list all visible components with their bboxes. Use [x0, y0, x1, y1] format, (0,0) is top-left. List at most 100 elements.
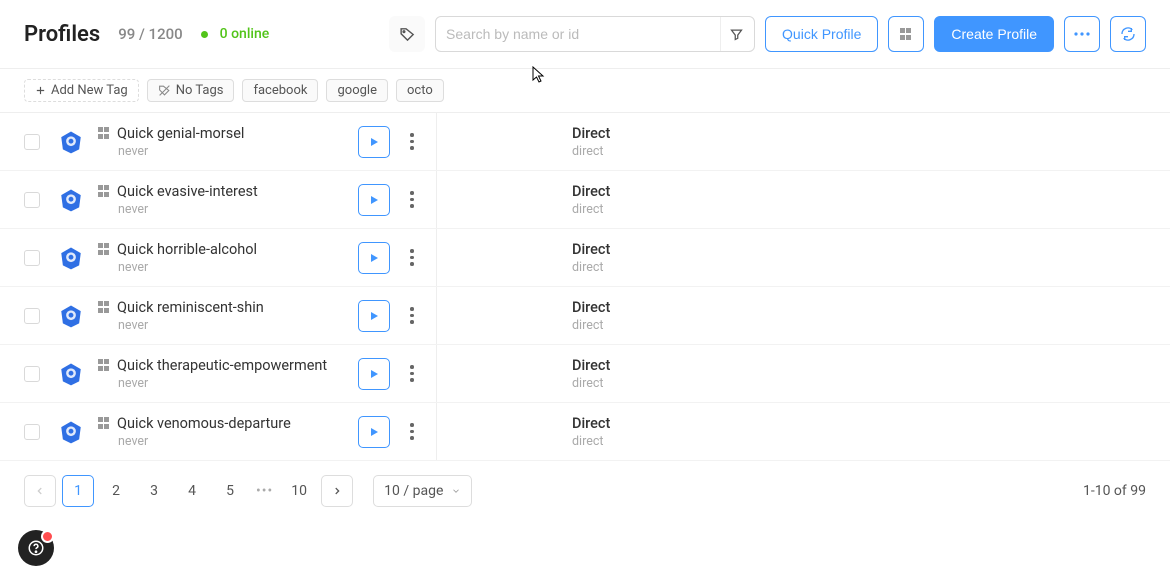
search-input[interactable] [446, 26, 720, 42]
row-checkbox[interactable] [24, 424, 40, 440]
page-button[interactable]: 1 [62, 475, 94, 507]
windows-profile-button[interactable] [888, 16, 924, 52]
table-row: Quick reminiscent-shin never Direct dire… [0, 287, 1170, 345]
profiles-table: Quick genial-morsel never Direct direct … [0, 112, 1170, 461]
filter-icon[interactable] [720, 17, 744, 51]
prev-page-button[interactable] [24, 475, 56, 507]
connection-sub: direct [572, 202, 610, 217]
profile-name[interactable]: Quick venomous-departure [117, 415, 291, 432]
tag-filter[interactable]: facebook [242, 79, 318, 102]
windows-icon [98, 185, 111, 198]
profile-name[interactable]: Quick genial-morsel [117, 125, 244, 142]
row-menu-button[interactable] [400, 133, 424, 150]
connection-cell: Direct direct [572, 183, 610, 217]
profile-avatar-icon [58, 419, 84, 445]
tag-label: google [337, 83, 376, 98]
quick-profile-button[interactable]: Quick Profile [765, 16, 878, 52]
profile-count: 99 / 1200 [118, 25, 182, 43]
profile-last-run: never [118, 202, 358, 217]
next-page-button[interactable] [321, 475, 353, 507]
pagination-ellipsis: ••• [252, 483, 277, 499]
page-title: Profiles [24, 22, 100, 47]
table-row: Quick evasive-interest never Direct dire… [0, 171, 1170, 229]
page-button[interactable]: 3 [138, 475, 170, 507]
help-fab-button[interactable] [18, 530, 54, 566]
play-button[interactable] [358, 184, 390, 216]
pagination: 12345 ••• 10 10 / page 1-10 of 99 [0, 461, 1170, 521]
row-menu-button[interactable] [400, 423, 424, 440]
play-button[interactable] [358, 358, 390, 390]
connection-cell: Direct direct [572, 357, 610, 391]
connection-type: Direct [572, 357, 610, 374]
no-tags-label: No Tags [176, 83, 224, 98]
play-button[interactable] [358, 300, 390, 332]
connection-sub: direct [572, 376, 610, 391]
refresh-button[interactable] [1110, 16, 1146, 52]
name-cell: Quick horrible-alcohol never [98, 241, 358, 275]
connection-type: Direct [572, 125, 610, 142]
connection-type: Direct [572, 415, 610, 432]
play-button[interactable] [358, 126, 390, 158]
connection-type: Direct [572, 183, 610, 200]
windows-icon [98, 417, 111, 430]
online-dot-icon [201, 31, 208, 38]
no-tags-filter[interactable]: No Tags [147, 79, 235, 102]
profile-name[interactable]: Quick horrible-alcohol [117, 241, 257, 258]
tag-filter[interactable]: octo [396, 79, 444, 102]
page-size-label: 10 / page [384, 483, 443, 499]
profile-name[interactable]: Quick evasive-interest [117, 183, 258, 200]
connection-sub: direct [572, 434, 610, 449]
profile-avatar-icon [58, 129, 84, 155]
play-button[interactable] [358, 242, 390, 274]
search-field[interactable] [435, 16, 755, 52]
create-profile-button[interactable]: Create Profile [934, 16, 1054, 52]
profile-last-run: never [118, 376, 358, 391]
tag-filter[interactable]: google [326, 79, 387, 102]
row-menu-button[interactable] [400, 191, 424, 208]
online-count: 0 online [220, 26, 270, 42]
connection-sub: direct [572, 318, 610, 333]
profile-name[interactable]: Quick therapeutic-empowerment [117, 357, 327, 374]
profile-avatar-icon [58, 303, 84, 329]
add-new-tag-button[interactable]: Add New Tag [24, 79, 139, 102]
column-divider [436, 229, 437, 286]
column-divider [436, 345, 437, 402]
column-divider [436, 113, 437, 170]
connection-sub: direct [572, 260, 610, 275]
row-menu-button[interactable] [400, 307, 424, 324]
name-cell: Quick evasive-interest never [98, 183, 358, 217]
row-checkbox[interactable] [24, 192, 40, 208]
row-menu-button[interactable] [400, 365, 424, 382]
profile-last-run: never [118, 260, 358, 275]
name-cell: Quick venomous-departure never [98, 415, 358, 449]
page-button[interactable]: 2 [100, 475, 132, 507]
windows-icon [98, 301, 111, 314]
profile-name[interactable]: Quick reminiscent-shin [117, 299, 264, 316]
tags-row: Add New Tag No Tags facebook google octo [0, 69, 1170, 112]
table-row: Quick therapeutic-empowerment never Dire… [0, 345, 1170, 403]
page-button-last[interactable]: 10 [283, 475, 315, 507]
page-button[interactable]: 4 [176, 475, 208, 507]
profile-last-run: never [118, 434, 358, 449]
row-checkbox[interactable] [24, 366, 40, 382]
profile-last-run: never [118, 144, 358, 159]
tag-icon-button[interactable] [389, 16, 425, 52]
table-row: Quick genial-morsel never Direct direct [0, 113, 1170, 171]
column-divider [436, 287, 437, 344]
row-checkbox[interactable] [24, 308, 40, 324]
name-cell: Quick therapeutic-empowerment never [98, 357, 358, 391]
profile-avatar-icon [58, 361, 84, 387]
name-cell: Quick genial-morsel never [98, 125, 358, 159]
more-button[interactable] [1064, 16, 1100, 52]
row-checkbox[interactable] [24, 250, 40, 266]
page-info: 1-10 of 99 [1083, 483, 1146, 499]
row-menu-button[interactable] [400, 249, 424, 266]
windows-icon [98, 359, 111, 372]
page-button[interactable]: 5 [214, 475, 246, 507]
row-checkbox[interactable] [24, 134, 40, 150]
name-cell: Quick reminiscent-shin never [98, 299, 358, 333]
quick-profile-label: Quick Profile [782, 26, 861, 42]
page-size-select[interactable]: 10 / page [373, 475, 472, 507]
create-profile-label: Create Profile [951, 26, 1037, 42]
play-button[interactable] [358, 416, 390, 448]
